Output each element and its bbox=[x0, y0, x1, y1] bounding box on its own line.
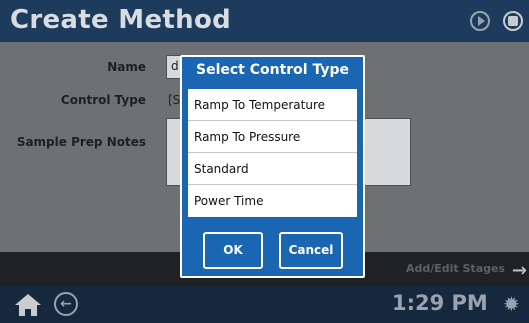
play-icon[interactable] bbox=[470, 11, 490, 31]
header-bar: Create Method bbox=[0, 0, 529, 42]
sample-prep-notes-label: Sample Prep Notes bbox=[16, 135, 146, 149]
name-value: d bbox=[171, 59, 179, 73]
add-edit-stages-button[interactable]: Add/Edit Stages bbox=[406, 262, 505, 275]
option-ramp-to-pressure[interactable]: Ramp To Pressure bbox=[188, 121, 357, 153]
control-type-label: Control Type bbox=[60, 93, 146, 107]
save-icon[interactable] bbox=[503, 11, 523, 31]
select-control-type-dialog: Select Control Type Ramp To Temperature … bbox=[180, 55, 365, 278]
arrow-right-icon[interactable]: → bbox=[512, 260, 527, 281]
back-icon[interactable]: ← bbox=[54, 292, 78, 316]
control-type-list: Ramp To Temperature Ramp To Pressure Sta… bbox=[188, 89, 357, 217]
gear-icon[interactable]: ✹ bbox=[503, 294, 520, 314]
home-icon[interactable] bbox=[14, 293, 42, 317]
cancel-button[interactable]: Cancel bbox=[279, 232, 343, 269]
option-ramp-to-temperature[interactable]: Ramp To Temperature bbox=[188, 89, 357, 121]
page-title: Create Method bbox=[10, 5, 232, 35]
control-type-value[interactable]: [S bbox=[168, 93, 180, 107]
ok-button[interactable]: OK bbox=[203, 232, 263, 269]
name-label: Name bbox=[107, 60, 146, 74]
clock: 1:29 PM bbox=[392, 291, 488, 315]
option-power-time[interactable]: Power Time bbox=[188, 185, 357, 217]
dialog-title: Select Control Type bbox=[195, 62, 349, 78]
option-standard[interactable]: Standard bbox=[188, 153, 357, 185]
footer-bar: ← 1:29 PM ✹ bbox=[0, 286, 529, 323]
